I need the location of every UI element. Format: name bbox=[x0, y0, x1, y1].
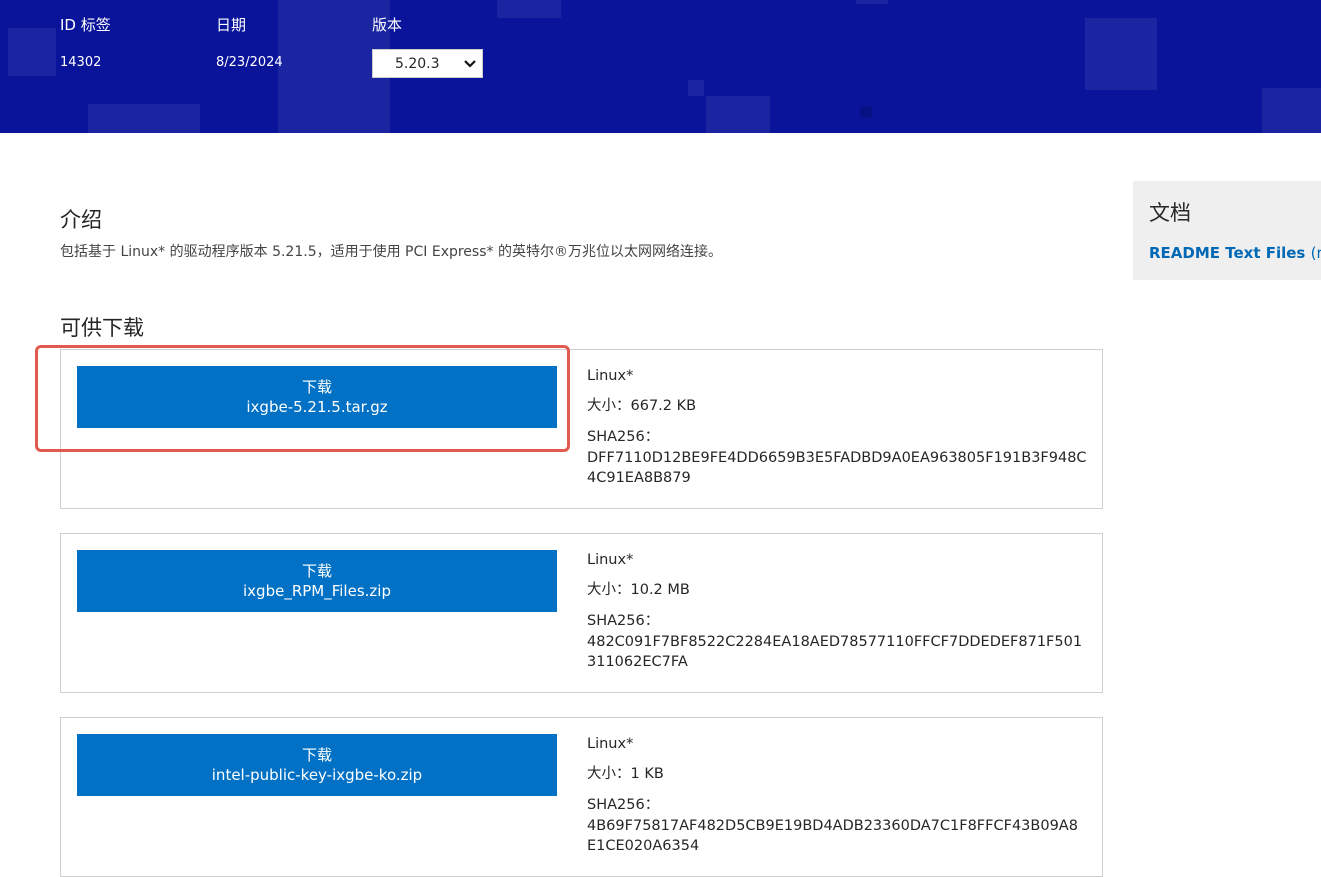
download-card: 下载 ixgbe_RPM_Files.zip Linux* 大小：10.2 MB… bbox=[60, 533, 1103, 693]
file-size: 大小：1 KB bbox=[587, 766, 664, 782]
documentation-title: 文档 bbox=[1149, 201, 1191, 225]
download-file-name: intel-public-key-ixgbe-ko.zip bbox=[211, 766, 423, 784]
sha-label: SHA256： bbox=[587, 613, 660, 629]
decor-square bbox=[88, 104, 200, 133]
decor-square bbox=[1262, 88, 1321, 133]
id-label: ID 标签 bbox=[60, 16, 111, 34]
file-size: 大小：667.2 KB bbox=[587, 398, 697, 414]
download-file-name: ixgbe_RPM_Files.zip bbox=[243, 582, 391, 600]
decor-square bbox=[706, 96, 770, 133]
readme-link-label: README Text Files bbox=[1149, 244, 1306, 262]
decor-square bbox=[860, 106, 872, 118]
date-label: 日期 bbox=[216, 16, 247, 34]
file-os: Linux* bbox=[587, 368, 634, 384]
decor-square bbox=[688, 80, 704, 96]
decor-square bbox=[856, 0, 888, 4]
header-banner: ID 标签 14302 日期 8/23/2024 版本 5.20.3 bbox=[0, 0, 1321, 133]
download-button-label: 下载 bbox=[301, 378, 332, 396]
intro-title: 介绍 bbox=[60, 208, 102, 232]
download-button-label: 下载 bbox=[301, 746, 332, 764]
sha-label: SHA256： bbox=[587, 429, 660, 445]
file-info: Linux* 大小：1 KB SHA256： 4B69F75817AF482D5… bbox=[587, 736, 1087, 856]
download-file-name: ixgbe-5.21.5.tar.gz bbox=[246, 398, 388, 416]
download-card: 下载 intel-public-key-ixgbe-ko.zip Linux* … bbox=[60, 717, 1103, 877]
sha-label: SHA256： bbox=[587, 797, 660, 813]
id-value: 14302 bbox=[60, 55, 102, 70]
date-value: 8/23/2024 bbox=[216, 55, 283, 70]
download-button[interactable]: 下载 ixgbe_RPM_Files.zip bbox=[77, 550, 557, 612]
intro-text: 包括基于 Linux* 的驱动程序版本 5.21.5，适用于使用 PCI Exp… bbox=[60, 244, 722, 260]
version-select-value: 5.20.3 bbox=[395, 55, 440, 72]
file-size: 大小：10.2 MB bbox=[587, 582, 690, 598]
version-label: 版本 bbox=[372, 16, 403, 34]
decor-square bbox=[497, 0, 561, 18]
file-os: Linux* bbox=[587, 552, 634, 568]
version-select[interactable]: 5.20.3 bbox=[372, 49, 483, 78]
file-info: Linux* 大小：667.2 KB SHA256： DFF7110D12BE9… bbox=[587, 368, 1087, 488]
download-button-label: 下载 bbox=[301, 562, 332, 580]
readme-link-suffix: (read bbox=[1310, 244, 1321, 262]
file-info: Linux* 大小：10.2 MB SHA256： 482C091F7BF852… bbox=[587, 552, 1087, 672]
decor-square bbox=[8, 28, 56, 76]
downloads-title: 可供下载 bbox=[60, 316, 144, 340]
sha-value: 482C091F7BF8522C2284EA18AED78577110FFCF7… bbox=[587, 634, 1083, 670]
sha-value: DFF7110D12BE9FE4DD6659B3E5FADBD9A0EA9638… bbox=[587, 450, 1087, 486]
decor-square bbox=[1085, 18, 1157, 90]
download-button[interactable]: 下载 ixgbe-5.21.5.tar.gz bbox=[77, 366, 557, 428]
readme-link[interactable]: README Text Files (read bbox=[1149, 244, 1321, 262]
download-button[interactable]: 下载 intel-public-key-ixgbe-ko.zip bbox=[77, 734, 557, 796]
download-card: 下载 ixgbe-5.21.5.tar.gz Linux* 大小：667.2 K… bbox=[60, 349, 1103, 509]
documentation-panel: 文档 README Text Files (read bbox=[1133, 181, 1321, 280]
sha-value: 4B69F75817AF482D5CB9E19BD4ADB23360DA7C1F… bbox=[587, 818, 1078, 854]
file-os: Linux* bbox=[587, 736, 634, 752]
chevron-down-icon bbox=[464, 54, 476, 78]
